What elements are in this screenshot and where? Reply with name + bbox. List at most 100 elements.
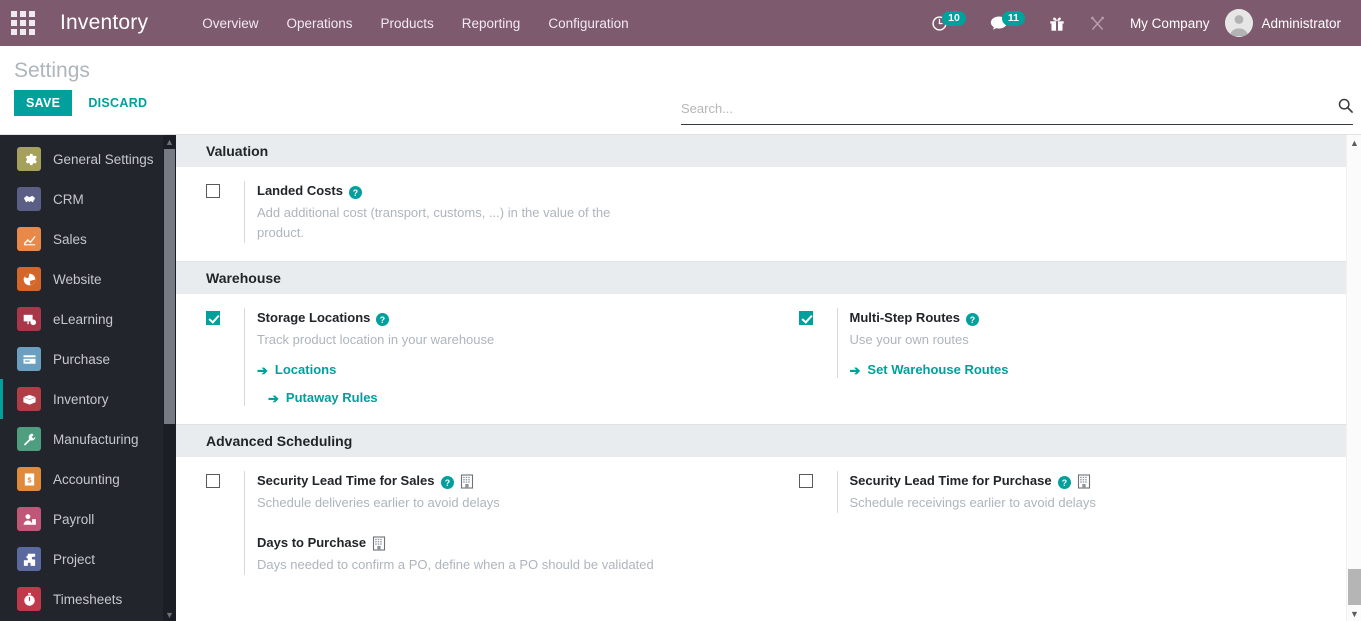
sidebar-item-website[interactable]: Website: [0, 259, 176, 299]
setting-label-row: Landed Costs ?: [257, 181, 769, 201]
setting-text: Multi-Step Routes ? Use your own routes …: [837, 308, 1361, 378]
discard-button[interactable]: DISCARD: [84, 90, 151, 116]
multi-step-routes-checkbox[interactable]: [799, 311, 813, 325]
setting-label: Storage Locations: [257, 308, 370, 328]
sidebar-item-timesheets[interactable]: Timesheets: [0, 579, 176, 619]
help-icon[interactable]: ?: [966, 312, 979, 325]
company-building-icon: [460, 474, 474, 489]
security-lead-time-sales-checkbox[interactable]: [206, 474, 220, 488]
setting-column: Storage Locations ? Track product locati…: [176, 308, 769, 410]
menu-item-overview[interactable]: Overview: [188, 3, 272, 44]
setting-label-row: Security Lead Time for Purchase ?: [850, 471, 1361, 491]
setting-description: Days needed to confirm a PO, define when…: [257, 555, 677, 575]
sidebar-scrollbar-thumb[interactable]: [164, 149, 175, 424]
sidebar-item-manufacturing[interactable]: Manufacturing: [0, 419, 176, 459]
svg-text:?: ?: [380, 314, 385, 324]
menu-item-reporting[interactable]: Reporting: [448, 3, 535, 44]
app-brand-title[interactable]: Inventory: [60, 11, 148, 35]
invoice-icon: $: [17, 467, 41, 491]
presentation-icon: [17, 307, 41, 331]
svg-text:?: ?: [353, 187, 358, 197]
company-building-icon: [372, 536, 386, 551]
top-navbar: Inventory Overview Operations Products R…: [0, 0, 1361, 46]
activities-menu[interactable]: 10: [919, 0, 978, 46]
menu-item-configuration[interactable]: Configuration: [534, 3, 642, 44]
sidebar-list: General Settings CRM Sales Website: [0, 135, 176, 619]
setting-description: Add additional cost (transport, customs,…: [257, 203, 657, 243]
help-icon[interactable]: ?: [1058, 475, 1071, 488]
sidebar-item-purchase[interactable]: Purchase: [0, 339, 176, 379]
svg-text:?: ?: [444, 477, 449, 487]
main-menu: Overview Operations Products Reporting C…: [188, 3, 642, 44]
setting-label: Security Lead Time for Sales: [257, 471, 435, 491]
sidebar-item-crm[interactable]: CRM: [0, 179, 176, 219]
setting-description: Schedule receivings earlier to avoid del…: [850, 493, 1250, 513]
checkbox-cell: [206, 181, 244, 243]
setting-text: Security Lead Time for Sales ? Schedule …: [244, 471, 769, 575]
sidebar-item-label: Website: [53, 272, 102, 287]
content-scroll-up-icon[interactable]: ▲: [1347, 135, 1361, 150]
messages-menu[interactable]: 11: [978, 0, 1037, 46]
avatar: [1225, 9, 1253, 37]
sidebar-item-project[interactable]: Project: [0, 539, 176, 579]
storage-locations-checkbox[interactable]: [206, 311, 220, 325]
setting-text: Security Lead Time for Purchase ? Schedu…: [837, 471, 1361, 513]
sidebar-item-accounting[interactable]: $ Accounting: [0, 459, 176, 499]
sidebar-item-label: General Settings: [53, 152, 154, 167]
putaway-rules-link[interactable]: ➔ Putaway Rules: [268, 390, 769, 406]
content-scrollbar[interactable]: ▲ ▼: [1346, 135, 1361, 621]
company-switcher[interactable]: My Company: [1118, 16, 1222, 31]
stopwatch-icon: [17, 587, 41, 611]
puzzle-icon: [17, 547, 41, 571]
sidebar-scroll-down-icon[interactable]: ▼: [163, 608, 176, 621]
sidebar-item-inventory[interactable]: Inventory: [0, 379, 176, 419]
setting-label: Security Lead Time for Purchase: [850, 471, 1052, 491]
card-icon: [17, 347, 41, 371]
checkbox-cell: [206, 308, 244, 406]
navbar-systray: 10 11: [919, 0, 1351, 46]
set-warehouse-routes-link[interactable]: ➔ Set Warehouse Routes: [850, 362, 1361, 378]
content-scroll-down-icon[interactable]: ▼: [1347, 606, 1361, 621]
search-icon[interactable]: [1338, 98, 1353, 118]
security-lead-time-purchase-checkbox[interactable]: [799, 474, 813, 488]
link-label: Set Warehouse Routes: [867, 362, 1008, 378]
setting-text: Landed Costs ? Add additional cost (tran…: [244, 181, 769, 243]
activities-count-badge: 10: [942, 11, 966, 26]
content-scrollbar-thumb[interactable]: [1348, 569, 1361, 605]
sidebar-item-label: Payroll: [53, 512, 94, 527]
menu-item-operations[interactable]: Operations: [272, 3, 366, 44]
setting-security-lead-time-sales: Security Lead Time for Sales ? Schedule …: [206, 471, 769, 575]
landed-costs-checkbox[interactable]: [206, 184, 220, 198]
sidebar-scroll-up-icon[interactable]: ▲: [163, 135, 176, 148]
settings-content: Valuation Landed Costs ? Add additi: [176, 135, 1361, 621]
link-label: Putaway Rules: [286, 390, 378, 406]
apps-menu-toggle[interactable]: [0, 0, 46, 46]
save-button[interactable]: SAVE: [14, 90, 72, 116]
sidebar-item-payroll[interactable]: Payroll: [0, 499, 176, 539]
sidebar-item-elearning[interactable]: eLearning: [0, 299, 176, 339]
employee-icon: [17, 507, 41, 531]
sidebar-item-label: Inventory: [53, 392, 109, 407]
setting-description: Schedule deliveries earlier to avoid del…: [257, 493, 657, 513]
help-icon[interactable]: ?: [376, 312, 389, 325]
setting-label: Landed Costs: [257, 181, 343, 201]
sidebar-item-label: CRM: [53, 192, 84, 207]
chart-up-icon: [17, 227, 41, 251]
svg-text:?: ?: [970, 314, 975, 324]
tools-icon: [1089, 15, 1106, 32]
settings-sidebar: General Settings CRM Sales Website: [0, 135, 176, 621]
user-menu[interactable]: Administrator: [1221, 9, 1351, 37]
box-icon: [17, 387, 41, 411]
locations-link[interactable]: ➔ Locations: [257, 362, 769, 378]
gift-menu[interactable]: [1037, 0, 1077, 46]
menu-item-products[interactable]: Products: [367, 3, 448, 44]
control-panel-buttons: SAVE DISCARD: [14, 90, 660, 116]
sidebar-item-general-settings[interactable]: General Settings: [0, 139, 176, 179]
sidebar-item-sales[interactable]: Sales: [0, 219, 176, 259]
help-icon[interactable]: ?: [349, 185, 362, 198]
help-icon[interactable]: ?: [441, 475, 454, 488]
search-input[interactable]: [681, 101, 1332, 116]
control-panel-left: Settings SAVE DISCARD: [0, 46, 660, 134]
tools-menu[interactable]: [1077, 0, 1118, 46]
sidebar-scrollbar[interactable]: ▲ ▼: [163, 135, 176, 621]
